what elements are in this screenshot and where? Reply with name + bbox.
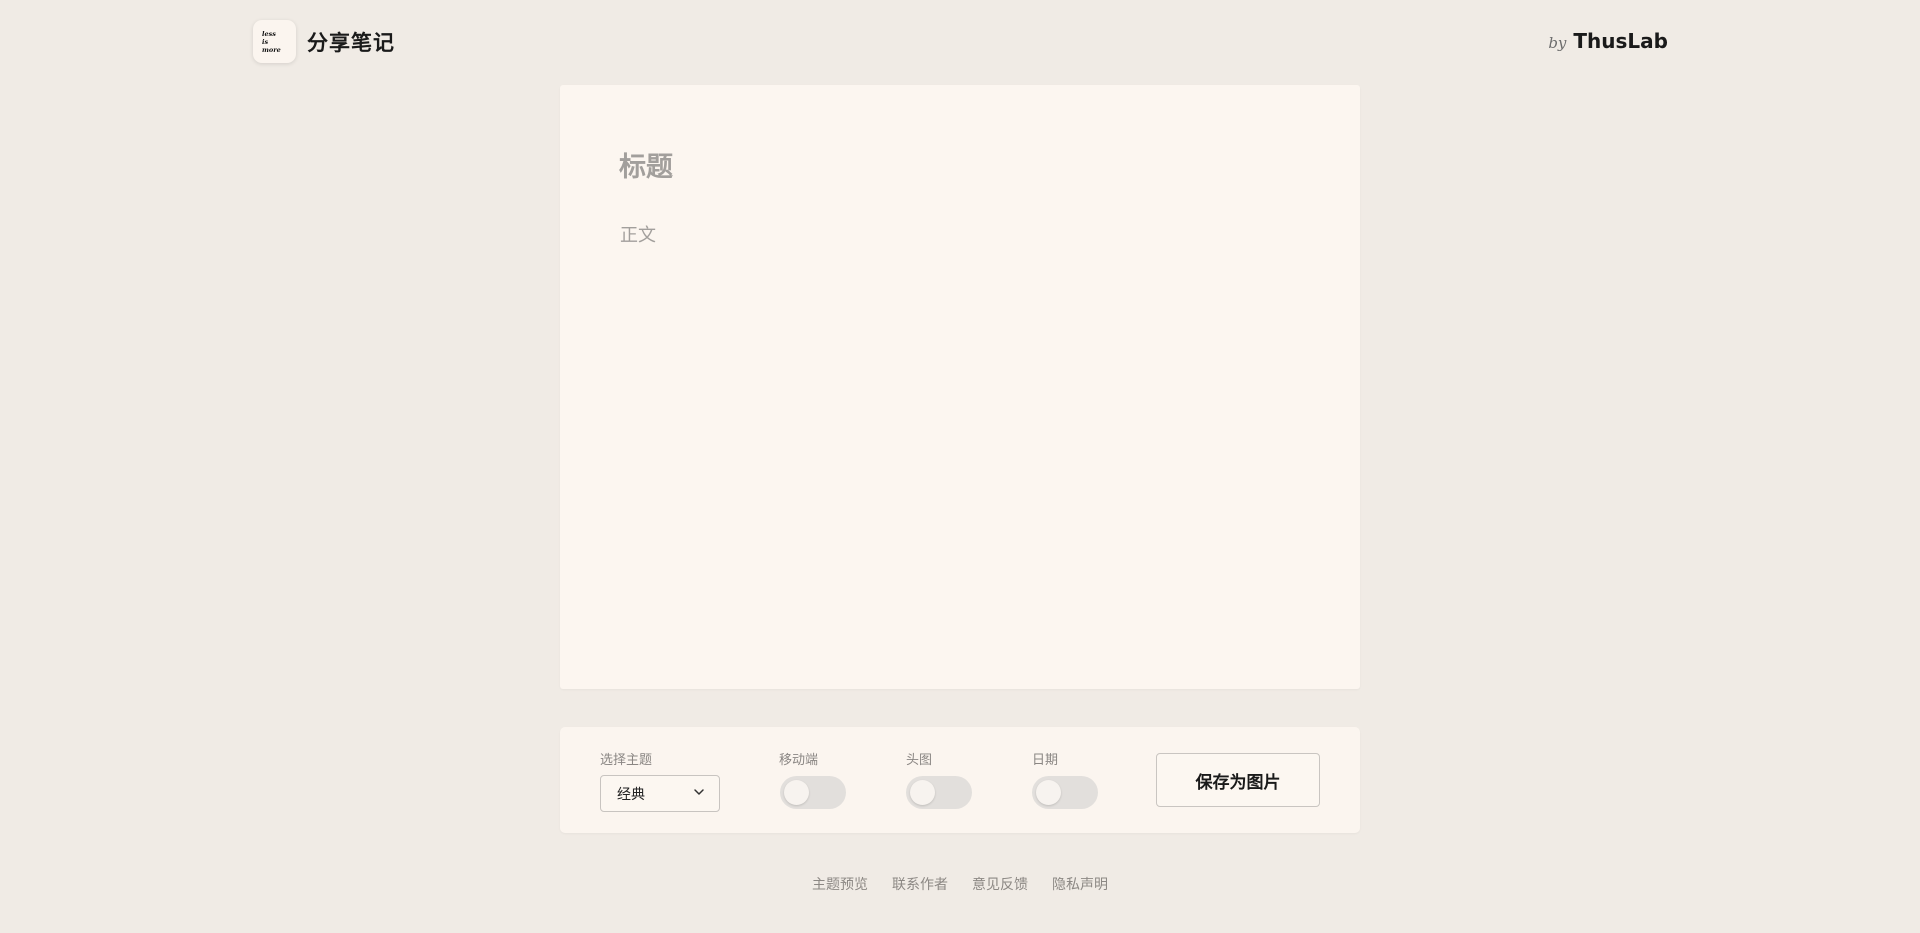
author-byline[interactable]: by ThusLab (1548, 29, 1668, 53)
mobile-label: 移动端 (779, 753, 819, 768)
note-body-input[interactable]: 正文 (620, 221, 656, 247)
theme-select[interactable]: 经典 (600, 775, 720, 812)
brand[interactable]: less is more 分享笔记 (253, 20, 395, 63)
footer-link-contact-author[interactable]: 联系作者 (892, 874, 948, 894)
by-text: by (1548, 34, 1567, 52)
author-brand[interactable]: ThusLab (1573, 29, 1668, 53)
footer-links: 主题预览 联系作者 意见反馈 隐私声明 (0, 874, 1920, 894)
theme-label: 选择主题 (600, 753, 653, 768)
controls-panel: 选择主题 经典 移动端 头图 日期 保存为图片 (560, 727, 1360, 833)
mobile-toggle[interactable] (780, 776, 846, 809)
save-as-image-button[interactable]: 保存为图片 (1156, 753, 1320, 807)
app-logo[interactable]: less is more (253, 20, 296, 63)
avatar-label: 头图 (906, 753, 933, 768)
footer-link-theme-preview[interactable]: 主题预览 (812, 874, 868, 894)
logo-line: more (262, 45, 281, 54)
note-title-input[interactable]: 标题 (619, 145, 673, 184)
theme-select-value: 经典 (617, 786, 645, 803)
date-label: 日期 (1032, 753, 1059, 768)
footer-link-privacy[interactable]: 隐私声明 (1052, 874, 1108, 894)
toggle-knob (910, 780, 935, 805)
toggle-knob (784, 780, 809, 805)
logo-line: less (262, 29, 276, 38)
chevron-down-icon (694, 789, 704, 795)
avatar-toggle[interactable] (906, 776, 972, 809)
top-bar: less is more 分享笔记 by ThusLab (0, 0, 1920, 84)
footer-link-feedback[interactable]: 意见反馈 (972, 874, 1028, 894)
date-toggle[interactable] (1032, 776, 1098, 809)
toggle-knob (1036, 780, 1061, 805)
app-title: 分享笔记 (307, 30, 395, 55)
logo-line: is (262, 37, 269, 46)
note-card: 标题 正文 (560, 85, 1360, 689)
